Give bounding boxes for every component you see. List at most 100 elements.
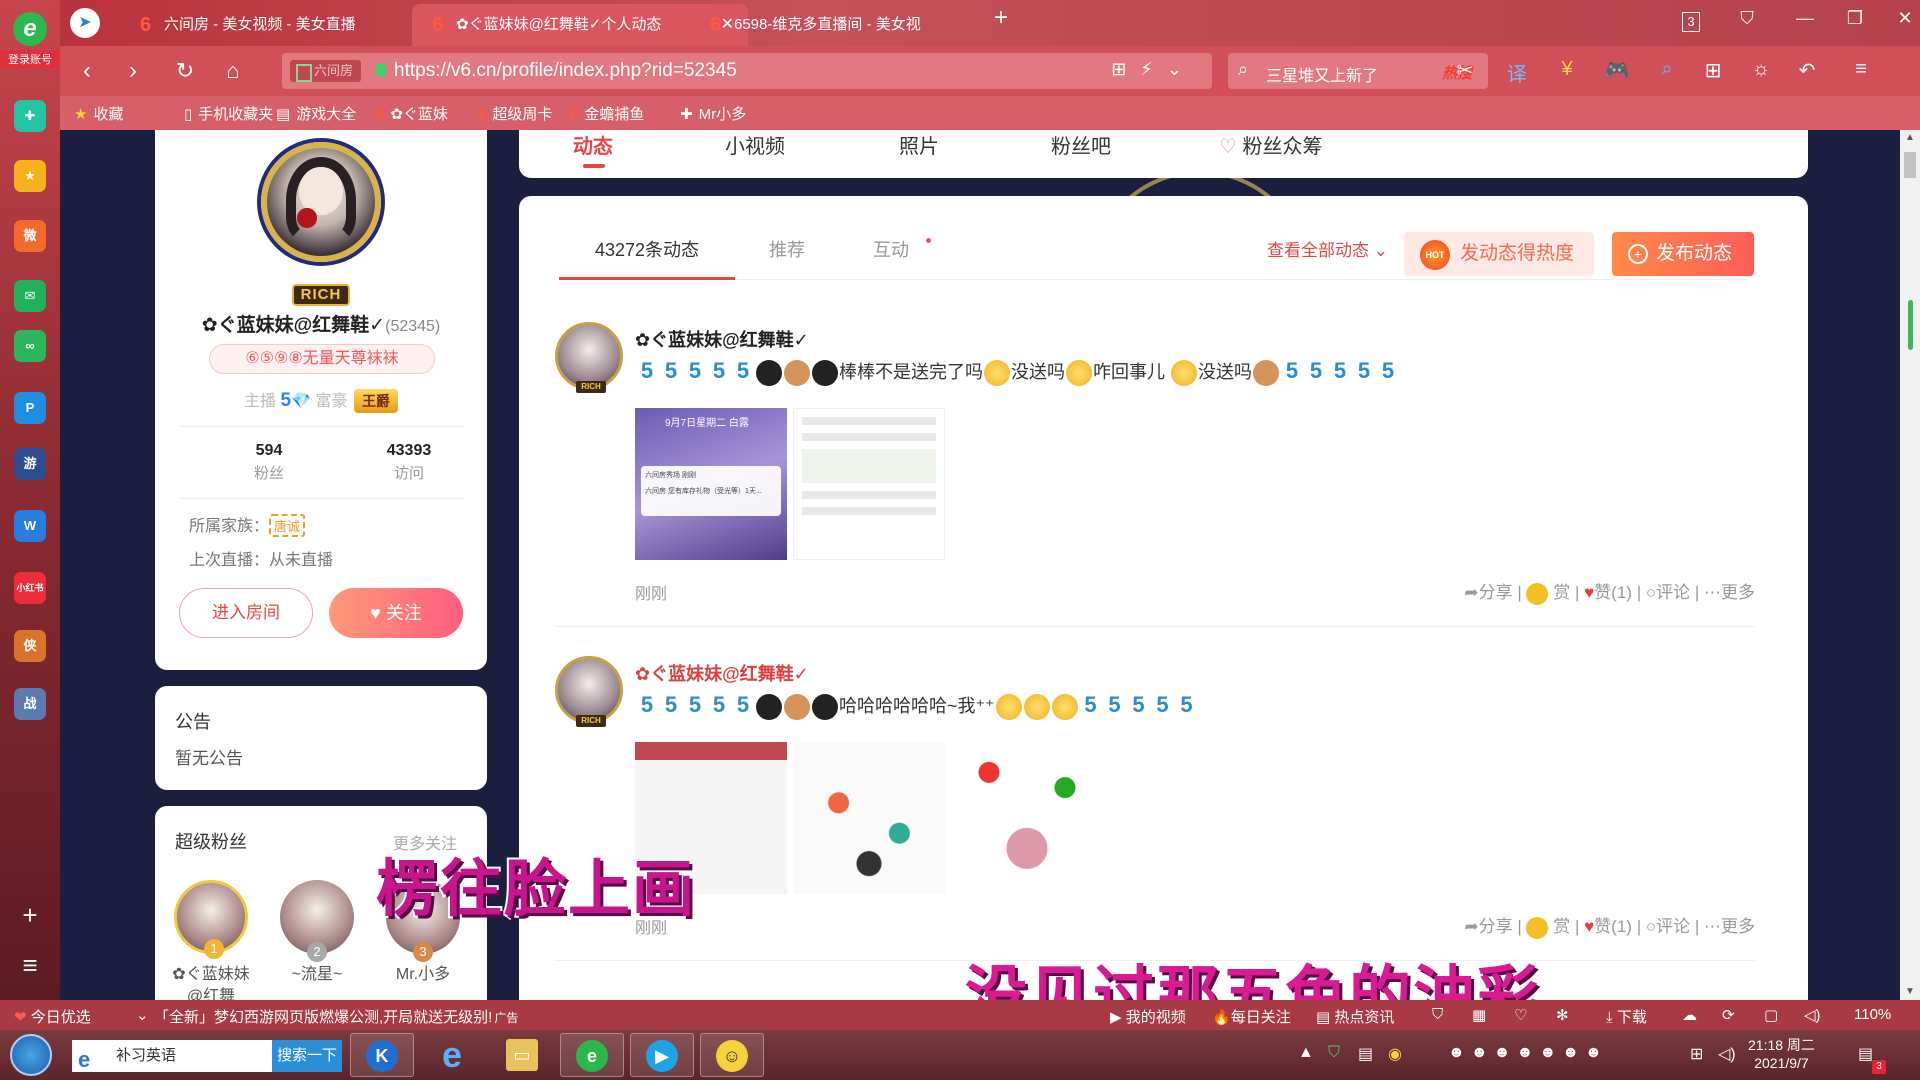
hot-post-button[interactable]: HOT 发动态得热度 [1404,232,1594,276]
subtab-interaction[interactable]: 互动 [839,232,943,280]
publish-button[interactable]: + 发布动态 [1612,232,1754,276]
taskbar-app-folder[interactable]: ▭ [490,1033,554,1077]
bookmark-item[interactable]: ★ 收藏 [74,103,123,124]
post-avatar[interactable]: RICH [555,322,623,393]
app-xiaohongshu-icon[interactable]: 小红书 [14,572,46,604]
navigation-arrow-icon[interactable]: ➤ [70,8,100,38]
taskbar-app-ie[interactable]: e [420,1033,484,1077]
start-button[interactable] [10,1034,52,1076]
tab-count-badge[interactable]: 3 [1682,12,1700,32]
undo-icon[interactable]: ↶ [1790,58,1824,83]
post-author[interactable]: ✿ぐ蓝妹妹@红舞鞋✓ [635,660,809,686]
zoom-level[interactable]: 110% [1854,1006,1891,1023]
menu-list-icon[interactable]: ≡ [16,950,44,981]
network-icon[interactable]: ⊞ [1690,1044,1703,1064]
heartbeat-icon[interactable]: ♡ [1514,1006,1527,1024]
reward-action[interactable]: 赏 [1526,916,1570,939]
bookmark-item[interactable]: ▯ 手机收藏夹 [184,103,273,124]
login-account-label[interactable]: 登录账号 [0,50,60,68]
bookmark-item[interactable]: 6 ✿ぐ蓝妹 [376,103,448,124]
daily-follow[interactable]: 🔥每日关注 [1212,1006,1291,1027]
url-box[interactable]: 六间房 https://v6.cn/profile/index.php?rid=… [282,53,1212,89]
superfan-item[interactable]: 2 ~流星~ [277,880,357,986]
volume-icon[interactable]: ◁) [1804,1006,1821,1024]
url-actions-icons[interactable]: ⊞⚡⌄ [1111,59,1196,80]
follow-button[interactable]: ♥ 关注 [329,588,463,638]
fan-avatar[interactable]: 2 [280,880,354,962]
close-window-icon[interactable]: ✕ [1890,8,1920,29]
window-icon[interactable]: ▢ [1764,1006,1778,1024]
chevron-down-icon[interactable]: ⌄ [136,1006,149,1024]
bookmark-item[interactable]: ✚ Mr小多 [680,103,746,124]
menu-icon[interactable]: ≡ [1844,58,1878,81]
subtab-all-dynamics[interactable]: 43272条动态 [559,232,735,280]
bookmark-item[interactable]: ▤ 游戏大全 [276,103,356,124]
taskbar-app-browser[interactable]: e [560,1033,624,1077]
tab-liujianfang-home[interactable]: 6 六间房 - 美女视频 - 美女直播 [120,4,460,46]
reward-action[interactable]: 赏 [1526,582,1570,605]
app-game-icon[interactable]: 游 [14,448,46,480]
forward-icon[interactable]: › [118,56,148,86]
refresh-icon[interactable]: ↻ [170,56,200,86]
app-cloud-icon[interactable]: ∞ [14,330,46,362]
download-button[interactable]: ⤓ 下载 [1606,1006,1647,1027]
comment-action[interactable]: ○评论 [1646,917,1690,936]
profile-avatar[interactable] [261,142,381,262]
post-avatar[interactable]: RICH [555,656,623,727]
site-identity[interactable]: 六间房 [290,60,362,82]
subtab-recommend[interactable]: 推荐 [735,232,839,280]
post-image[interactable] [793,408,945,560]
app-p-icon[interactable]: P [14,392,46,424]
taskbar-search-button[interactable]: 搜索一下 [272,1040,342,1072]
translate-icon[interactable]: 译 [1500,58,1534,87]
today-picks[interactable]: ❤ 今日优选 [14,1006,91,1027]
like-action[interactable]: ♥赞(1) [1584,583,1632,602]
enter-room-button[interactable]: 进入房间 [179,588,313,638]
tab-short-video[interactable]: 小视频 [725,130,785,159]
home-icon[interactable]: ⌂ [218,56,248,86]
app-weibo-icon[interactable]: 微 [14,220,46,252]
tab-dynamic[interactable]: 动态 [573,130,613,168]
scroll-thumb[interactable] [1904,152,1916,178]
shirt-skin-icon[interactable]: ⛉ [1732,8,1762,29]
fan-icon[interactable]: ✻ [1556,1006,1569,1024]
scroll-up-icon[interactable]: ▲ [1900,132,1920,143]
app-mail-icon[interactable]: ✉ [14,280,46,312]
clock[interactable]: 21:18 周二 2021/9/7 [1748,1036,1815,1072]
magnifier-icon[interactable]: ⌕ [1650,58,1684,81]
fan-avatar[interactable]: 1 [174,880,248,959]
tab-fan-bar[interactable]: 粉丝吧 [1051,130,1111,159]
add-app-icon[interactable]: + [16,900,44,931]
chart-icon[interactable]: ▦ [1472,1006,1486,1024]
post-author[interactable]: ✿ぐ蓝妹妹@红舞鞋✓ [635,326,809,352]
back-icon[interactable]: ‹ [72,56,102,86]
app-doc-icon[interactable]: W [14,510,46,542]
taskbar-app-k[interactable]: K [350,1033,414,1077]
tray-app-icon[interactable]: ◉ [1388,1044,1402,1064]
news-ticker[interactable]: 「全新」梦幻西游网页版燃爆公测,开局就送无级别! 广告 [154,1006,518,1027]
app-favorites-icon[interactable]: ★ [14,160,46,192]
share-action[interactable]: ➦分享 [1464,917,1512,936]
bookmark-item[interactable]: 6 金蟾捕鱼 [570,103,644,124]
notification-icon[interactable]: ▤ [1858,1044,1873,1064]
more-action[interactable]: ⋯更多 [1704,917,1755,936]
my-video[interactable]: ▶ 我的视频 [1110,1006,1186,1027]
grid-icon[interactable]: ⊞ [1696,58,1730,83]
sync-icon[interactable]: ⟳ [1722,1006,1735,1024]
superfan-item[interactable]: 1 ✿ぐ蓝妹妹@红舞 [171,880,251,1000]
brightness-icon[interactable]: ☼ [1744,58,1778,81]
tab-photos[interactable]: 照片 [899,130,939,159]
cloud-icon[interactable]: ☁ [1682,1006,1697,1024]
post-image[interactable]: 9月7日星期二 白露 六间房秀场 刚刚 六间房 您有库存礼物（受光等）1天... [635,408,787,560]
tray-doc-icon[interactable]: ▤ [1358,1044,1373,1064]
post-image[interactable] [793,742,945,894]
comment-action[interactable]: ○评论 [1646,583,1690,602]
coin-icon[interactable]: ¥ [1550,58,1584,81]
hot-news[interactable]: ▤ 热点资讯 [1316,1006,1394,1027]
scroll-down-icon[interactable]: ▼ [1900,986,1920,997]
see-all-dynamics[interactable]: 查看全部动态 ⌄ [1267,236,1388,261]
like-action[interactable]: ♥赞(1) [1584,917,1632,936]
speaker-icon[interactable]: ◁) [1718,1044,1736,1064]
page-scrollbar[interactable]: ▲ ▼ [1900,130,1920,1000]
fans-stat[interactable]: 594 粉丝 [209,442,329,483]
